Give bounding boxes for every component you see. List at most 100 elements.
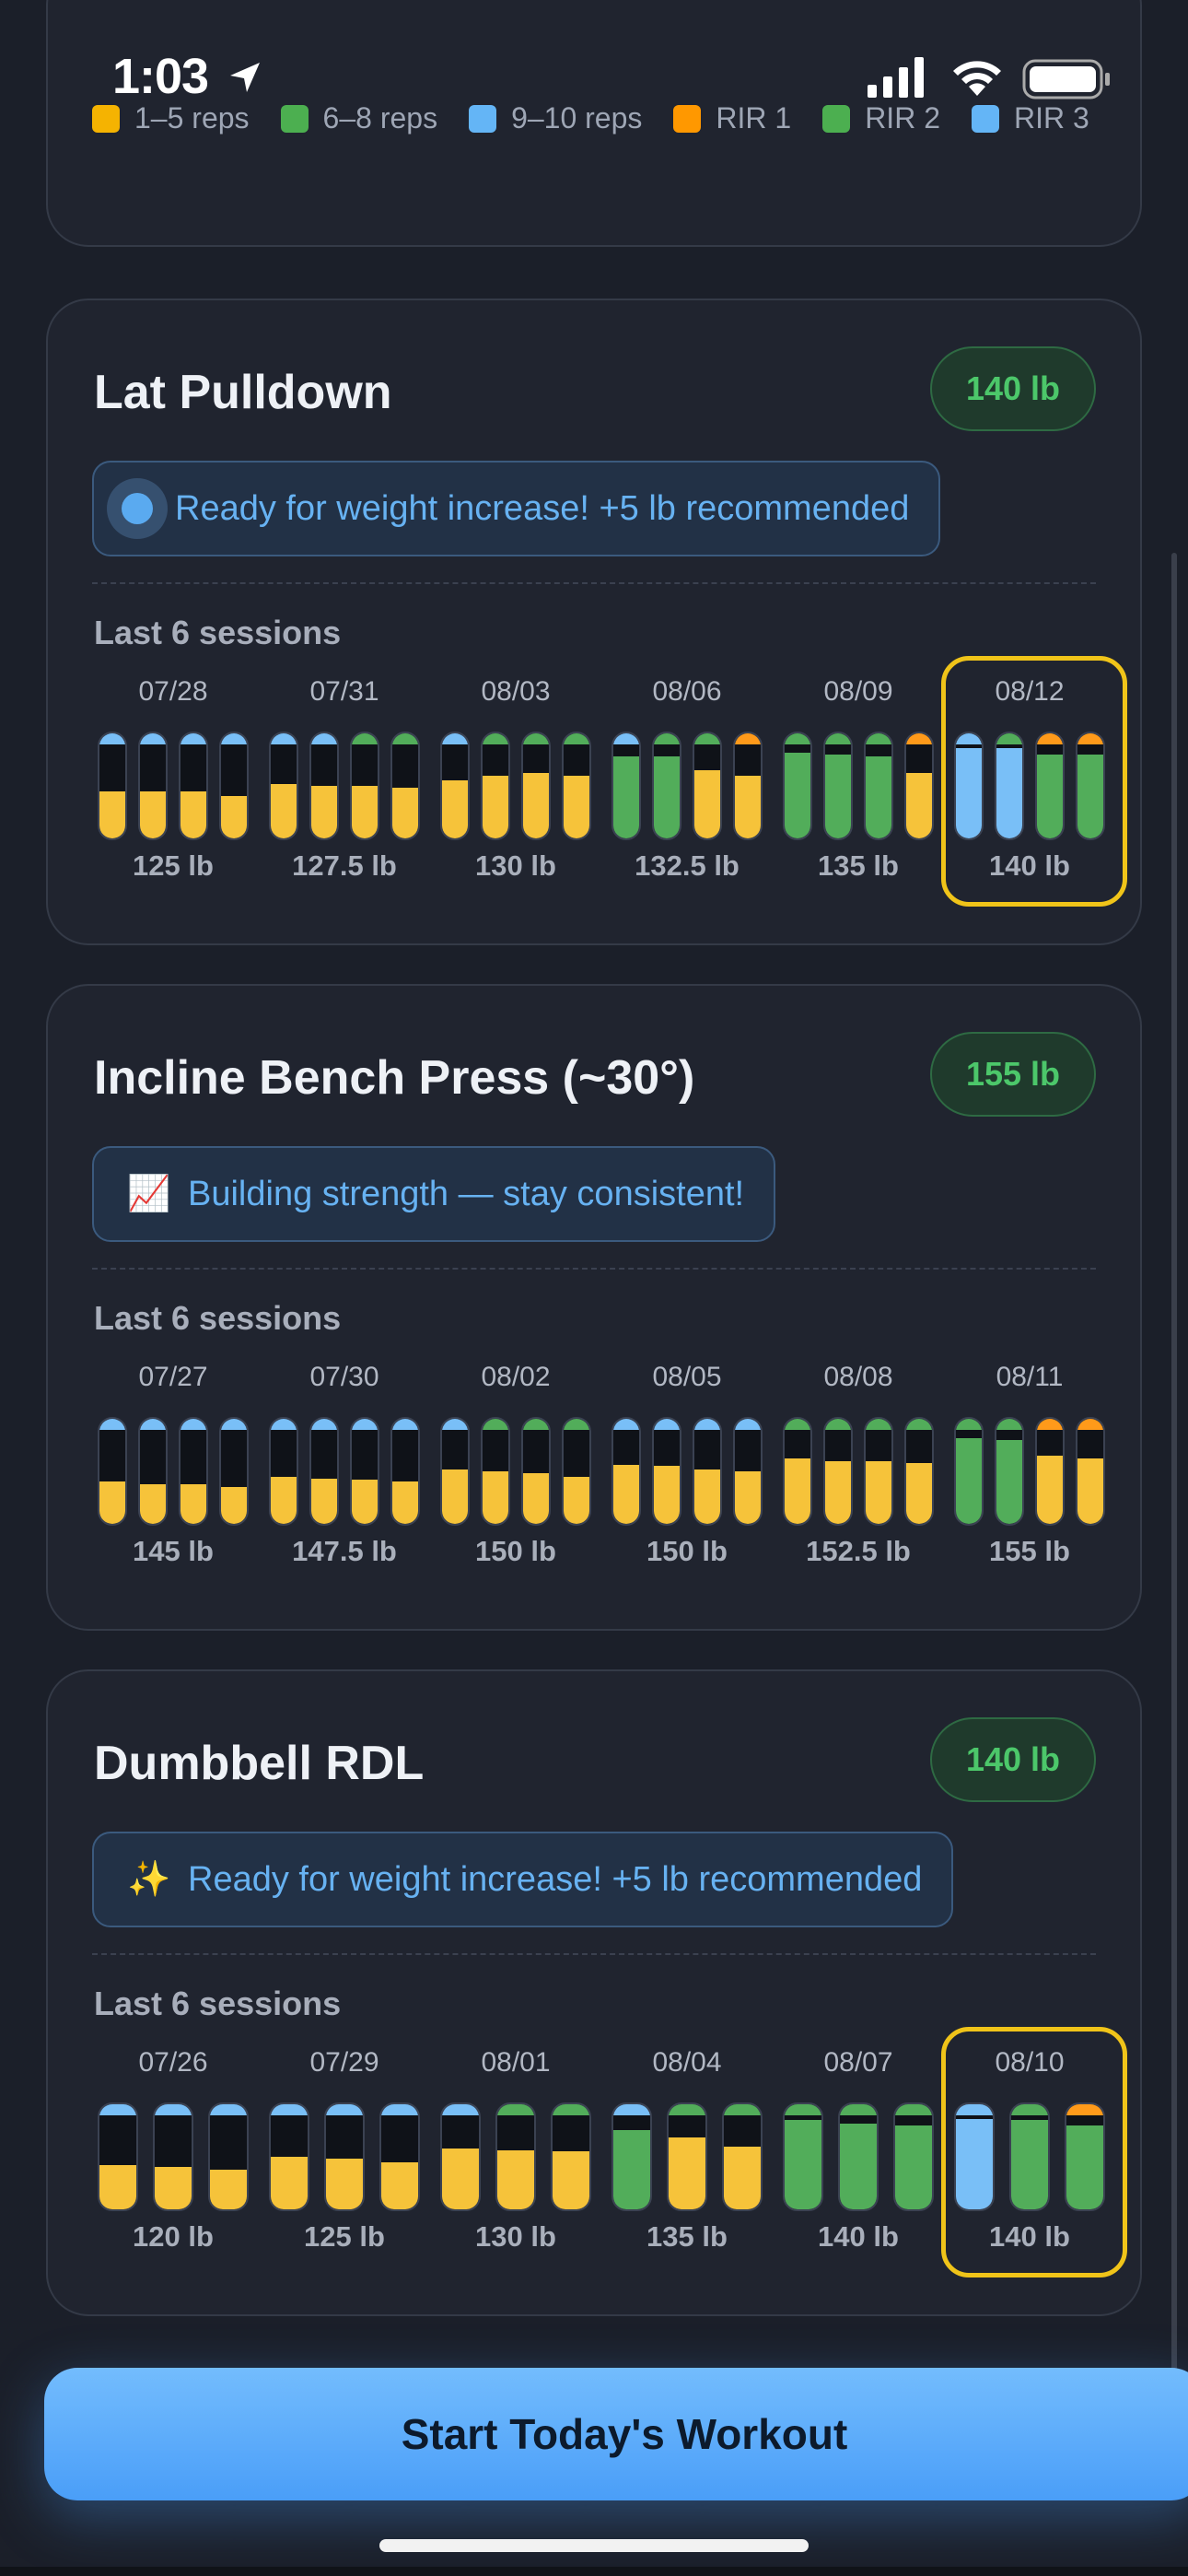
session-column[interactable]: 08/03 130 lb	[435, 676, 597, 897]
session-column[interactable]: 08/08 152.5 lb	[777, 1362, 939, 1583]
set-bar	[652, 732, 681, 840]
set-bar-rir-cap	[392, 733, 418, 744]
session-column[interactable]: 08/01 130 lb	[435, 2047, 597, 2268]
set-bar	[722, 2102, 763, 2211]
set-bar-rir-cap	[785, 1419, 810, 1430]
session-column[interactable]: 07/29 125 lb	[263, 2047, 425, 2268]
set-bar	[733, 732, 763, 840]
session-column[interactable]: 07/26 120 lb	[92, 2047, 254, 2268]
scrollbar[interactable]	[1171, 553, 1177, 2488]
set-bar-rir-cap	[181, 733, 206, 744]
set-bar-fill	[181, 1484, 206, 1524]
session-column[interactable]: 07/31 127.5 lb	[263, 676, 425, 897]
set-bar	[954, 732, 984, 840]
set-bar	[904, 1417, 934, 1526]
set-bar-rir-cap	[694, 1419, 720, 1430]
session-date: 08/10	[995, 2047, 1065, 2078]
set-bars	[92, 732, 254, 842]
set-bar-fill	[326, 2159, 363, 2209]
set-bars	[263, 1417, 425, 1528]
session-weight: 140 lb	[989, 2220, 1070, 2253]
set-bar-fill	[442, 780, 468, 838]
set-bar-fill	[181, 791, 206, 838]
set-bars	[435, 732, 597, 842]
session-weight: 150 lb	[475, 1535, 556, 1567]
set-bar-fill	[483, 776, 508, 838]
set-bar-fill	[1011, 2120, 1048, 2209]
set-bar-fill	[694, 770, 720, 838]
chart-increasing-icon: 📈	[127, 1175, 171, 1213]
set-bar-rir-cap	[1037, 733, 1063, 744]
set-bars	[949, 2102, 1111, 2213]
set-bar-fill	[956, 744, 982, 838]
session-weight: 130 lb	[475, 2220, 556, 2253]
session-column[interactable]: 08/04 135 lb	[606, 2047, 768, 2268]
session-weight: 125 lb	[133, 849, 214, 882]
session-column[interactable]: 08/06 132.5 lb	[606, 676, 768, 897]
session-date: 07/28	[138, 676, 208, 707]
set-bar-rir-cap	[735, 1419, 761, 1430]
session-date: 08/01	[481, 2047, 551, 2078]
set-bar-fill	[840, 2124, 877, 2209]
set-bar	[179, 732, 208, 840]
set-bar-fill	[613, 2130, 650, 2209]
session-weight: 132.5 lb	[635, 849, 740, 882]
set-bar	[309, 1417, 339, 1526]
set-bar	[350, 732, 379, 840]
set-bar-rir-cap	[669, 2104, 705, 2115]
set-bar	[390, 1417, 420, 1526]
session-column[interactable]: 08/11 155 lb	[949, 1362, 1111, 1583]
set-bar	[893, 2102, 934, 2211]
set-bar-rir-cap	[906, 733, 932, 744]
exercise-card-1[interactable]: Incline Bench Press (~30°) 155 lb 📈 Buildin…	[46, 984, 1142, 1631]
session-column[interactable]: 08/02 150 lb	[435, 1362, 597, 1583]
set-bar-rir-cap	[1037, 1419, 1063, 1430]
set-bar	[324, 2102, 365, 2211]
set-bar	[693, 732, 722, 840]
recommendation-banner: 📈 Building strength — stay consistent!	[92, 1146, 776, 1242]
set-bar-fill	[155, 2167, 192, 2209]
session-date: 08/12	[995, 676, 1065, 707]
set-bar-fill	[553, 2151, 589, 2209]
exercise-card-0[interactable]: Lat Pulldown 140 lb Ready for weight incre…	[46, 299, 1142, 945]
session-column-highlighted[interactable]: 08/10 140 lb	[941, 2027, 1127, 2277]
set-bar	[98, 732, 127, 840]
session-column[interactable]: 08/05 150 lb	[606, 1362, 768, 1583]
session-column[interactable]: 08/09 135 lb	[777, 676, 939, 897]
set-bar-divider	[895, 2115, 932, 2119]
set-bar-divider	[613, 744, 639, 748]
set-bars	[606, 1417, 768, 1528]
set-bar	[562, 732, 591, 840]
set-bar-rir-cap	[956, 733, 982, 744]
home-indicator[interactable]	[379, 2539, 809, 2552]
exercise-card-2[interactable]: Dumbbell RDL 140 lb ✨ Ready for weight incr…	[46, 1669, 1142, 2316]
set-bar-rir-cap	[523, 733, 549, 744]
set-bar	[495, 2102, 536, 2211]
set-bar	[481, 1417, 510, 1526]
set-bar	[208, 2102, 249, 2211]
recommendation-banner: ✨ Ready for weight increase! +5 lb recomm…	[92, 1832, 954, 1927]
set-bar	[138, 1417, 168, 1526]
set-bar-rir-cap	[442, 2104, 479, 2115]
session-column[interactable]: 07/30 147.5 lb	[263, 1362, 425, 1583]
set-bar-rir-cap	[840, 2104, 877, 2115]
set-bar	[440, 732, 470, 840]
session-column[interactable]: 07/28 125 lb	[92, 676, 254, 897]
set-bars	[777, 732, 939, 842]
session-column-highlighted[interactable]: 08/12 140 lb	[941, 656, 1127, 907]
session-column[interactable]: 07/27 145 lb	[92, 1362, 254, 1583]
set-bar-rir-cap	[785, 2104, 821, 2115]
set-bar-fill	[99, 2165, 136, 2209]
set-bar-fill	[352, 1480, 378, 1524]
session-weight: 130 lb	[475, 849, 556, 882]
set-bar-rir-cap	[613, 1419, 639, 1430]
set-bar-fill	[724, 2147, 761, 2209]
set-bar-fill	[654, 756, 680, 838]
set-bar-fill	[99, 791, 125, 838]
set-bar-rir-cap	[221, 733, 247, 744]
session-weight: 135 lb	[646, 2220, 728, 2253]
session-column[interactable]: 08/07 140 lb	[777, 2047, 939, 2268]
set-bar-rir-cap	[442, 1419, 468, 1430]
set-bar-divider	[785, 2115, 821, 2119]
start-workout-button[interactable]: Start Today's Workout	[44, 2368, 1188, 2500]
